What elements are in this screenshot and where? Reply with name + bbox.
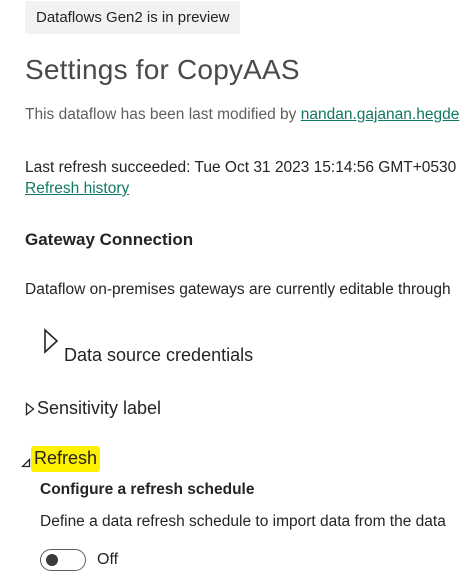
last-refresh-status: Last refresh succeeded: Tue Oct 31 2023 … bbox=[25, 159, 457, 176]
refresh-expander[interactable]: Refresh bbox=[20, 446, 120, 474]
modified-by-user-link[interactable]: nandan.gajanan.hegde bbox=[301, 106, 460, 123]
refresh-schedule-description: Define a data refresh schedule to import… bbox=[40, 513, 446, 530]
sensitivity-label-expander[interactable]: Sensitivity label bbox=[25, 397, 195, 421]
refresh-label: Refresh bbox=[31, 446, 101, 472]
page-title: Settings for CopyAAS bbox=[25, 54, 300, 85]
gateway-connection-heading: Gateway Connection bbox=[25, 230, 194, 249]
preview-badge: Dataflows Gen2 is in preview bbox=[25, 1, 241, 34]
sensitivity-label-label: Sensitivity label bbox=[37, 398, 162, 418]
last-modified-info: This dataflow has been last modified by … bbox=[25, 106, 459, 124]
toggle-state-label: Off bbox=[97, 551, 119, 568]
chevron-right-outline-icon bbox=[43, 328, 59, 359]
refresh-schedule-toggle[interactable]: Off bbox=[40, 548, 160, 574]
toggle-thumb bbox=[46, 554, 58, 566]
last-modified-prefix: This dataflow has been last modified by bbox=[25, 106, 301, 123]
refresh-history-link[interactable]: Refresh history bbox=[25, 180, 129, 198]
toggle-track[interactable] bbox=[40, 549, 86, 571]
data-source-credentials-expander[interactable]: Data source credentials bbox=[40, 326, 280, 370]
chevron-right-outline-icon bbox=[25, 402, 35, 421]
settings-page: Dataflows Gen2 is in preview Settings fo… bbox=[0, 0, 474, 587]
refresh-schedule-heading: Configure a refresh schedule bbox=[40, 481, 255, 498]
gateway-description: Dataflow on-premises gateways are curren… bbox=[25, 281, 451, 298]
chevron-down-triangle-icon bbox=[20, 455, 31, 473]
data-source-credentials-label: Data source credentials bbox=[64, 345, 254, 365]
